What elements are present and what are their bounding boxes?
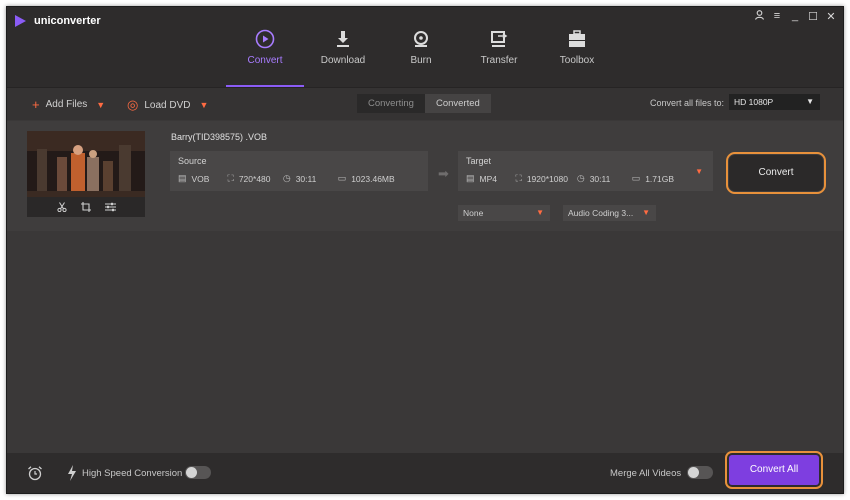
film-icon: ▤ (466, 173, 475, 183)
resolution-icon: ⛶ (515, 173, 522, 183)
resolution-icon: ⛶ (227, 173, 234, 183)
transfer-icon (491, 31, 508, 47)
crop-icon[interactable] (80, 199, 91, 217)
menu-icon[interactable]: ≡ (771, 10, 783, 23)
output-format-value: HD 1080P (734, 97, 774, 107)
target-label: Target (466, 156, 492, 166)
merge-label: Merge All Videos (610, 468, 682, 479)
status-segment: Converting Converted (357, 94, 491, 113)
source-resolution: 720*480 (238, 173, 271, 184)
tab-download[interactable]: Download (304, 7, 382, 87)
thumbnail-image (27, 131, 145, 197)
main-nav: Convert Download Burn Transfer Toolbox (226, 7, 616, 87)
toolbar: + Add Files ▼ ◎ Load DVD ▼ Converting Co… (7, 87, 843, 120)
tab-burn-label: Burn (410, 55, 432, 66)
app-logo: uniconverter (15, 15, 101, 27)
close-icon[interactable]: ✕ (825, 10, 837, 23)
maximize-icon[interactable]: ☐ (807, 10, 819, 23)
source-info: Source ▤ VOB ⛶ 720*480 ◷ 30:11 ▭ 1023.46… (170, 151, 428, 191)
download-icon (337, 31, 349, 47)
source-label: Source (178, 156, 207, 166)
bottom-bar: High Speed Conversion Merge All Videos C… (7, 451, 843, 493)
chevron-down-icon: ▼ (536, 208, 544, 217)
target-format: MP4 (479, 173, 497, 184)
scissors-icon[interactable] (56, 199, 67, 217)
file-item: Barry(TID398575) .VOB Source ▤ VOB ⛶ 720… (7, 121, 843, 231)
audio-select[interactable]: Audio Coding 3... ▼ (563, 205, 656, 221)
audio-value: Audio Coding 3... (568, 208, 634, 218)
add-files-label: Add Files (45, 99, 88, 110)
app-title: uniconverter (34, 15, 101, 27)
thumbnail-tools (27, 199, 145, 217)
output-format-select[interactable]: HD 1080P ▼ (729, 94, 820, 110)
folder-icon: ▭ (631, 173, 641, 183)
clock-icon: ◷ (282, 173, 291, 183)
target-info[interactable]: Target ▤ MP4 ⛶ 1920*1080 ◷ 30:11 ▭ 1.71G… (458, 151, 713, 191)
app-window: uniconverter ≡ _ ☐ ✕ Convert Download Bu… (6, 6, 844, 494)
subtitle-value: None (463, 208, 484, 218)
source-duration: 30:11 (295, 173, 317, 184)
merge-toggle[interactable] (687, 466, 713, 479)
film-icon: ▤ (178, 173, 187, 183)
window-controls: ≡ _ ☐ ✕ (753, 10, 837, 23)
convert-button[interactable]: Convert (726, 152, 826, 194)
target-duration: 30:11 (589, 173, 611, 184)
toolbox-icon (569, 30, 585, 47)
video-thumbnail[interactable] (27, 131, 145, 217)
source-size: 1023.46MB (351, 173, 395, 184)
tab-transfer[interactable]: Transfer (460, 7, 538, 87)
chevron-down-icon[interactable]: ▼ (695, 167, 703, 176)
chevron-down-icon: ▼ (642, 208, 650, 217)
folder-icon: ▭ (337, 173, 347, 183)
target-resolution: 1920*1080 (526, 173, 568, 184)
source-details: ▤ VOB ⛶ 720*480 ◷ 30:11 ▭ 1023.46MB (178, 173, 395, 184)
minimize-icon[interactable]: _ (789, 10, 801, 23)
lightning-icon (67, 465, 77, 486)
convert-all-button[interactable]: Convert All (725, 451, 823, 489)
alarm-clock-icon[interactable] (27, 465, 43, 486)
arrow-right-icon: ➡ (438, 166, 449, 181)
burn-icon (414, 31, 428, 47)
tab-converting[interactable]: Converting (357, 94, 425, 113)
target-details: ▤ MP4 ⛶ 1920*1080 ◷ 30:11 ▭ 1.71GB (466, 173, 674, 184)
source-format: VOB (191, 173, 210, 184)
add-files-button[interactable]: + Add Files ▼ (32, 97, 105, 112)
tab-converted[interactable]: Converted (424, 94, 491, 113)
chevron-down-icon[interactable]: ▼ (96, 100, 105, 110)
load-dvd-button[interactable]: ◎ Load DVD ▼ (127, 97, 208, 113)
tab-transfer-label: Transfer (480, 55, 518, 66)
adjust-icon[interactable] (104, 199, 116, 217)
high-speed-label: High Speed Conversion (82, 468, 183, 479)
chevron-down-icon: ▼ (806, 97, 814, 106)
tab-download-label: Download (320, 55, 366, 66)
file-name: Barry(TID398575) .VOB (171, 132, 268, 142)
plus-icon: + (32, 97, 40, 112)
play-logo-icon (15, 15, 26, 27)
tab-burn[interactable]: Burn (382, 7, 460, 87)
tab-convert[interactable]: Convert (226, 7, 304, 87)
tab-toolbox[interactable]: Toolbox (538, 7, 616, 87)
high-speed-toggle[interactable] (185, 466, 211, 479)
convert-all-label: Convert all files to: (650, 98, 725, 108)
disc-icon: ◎ (127, 97, 139, 112)
clock-icon: ◷ (576, 173, 585, 183)
tab-toolbox-label: Toolbox (559, 55, 595, 66)
subtitle-select[interactable]: None ▼ (458, 205, 550, 221)
convert-icon (255, 29, 275, 49)
chevron-down-icon[interactable]: ▼ (199, 100, 208, 110)
target-size: 1.71GB (645, 173, 675, 184)
tab-convert-label: Convert (247, 55, 283, 66)
user-icon[interactable] (753, 10, 765, 23)
load-dvd-label: Load DVD (144, 99, 191, 111)
top-bar: uniconverter ≡ _ ☐ ✕ Convert Download Bu… (7, 7, 843, 87)
